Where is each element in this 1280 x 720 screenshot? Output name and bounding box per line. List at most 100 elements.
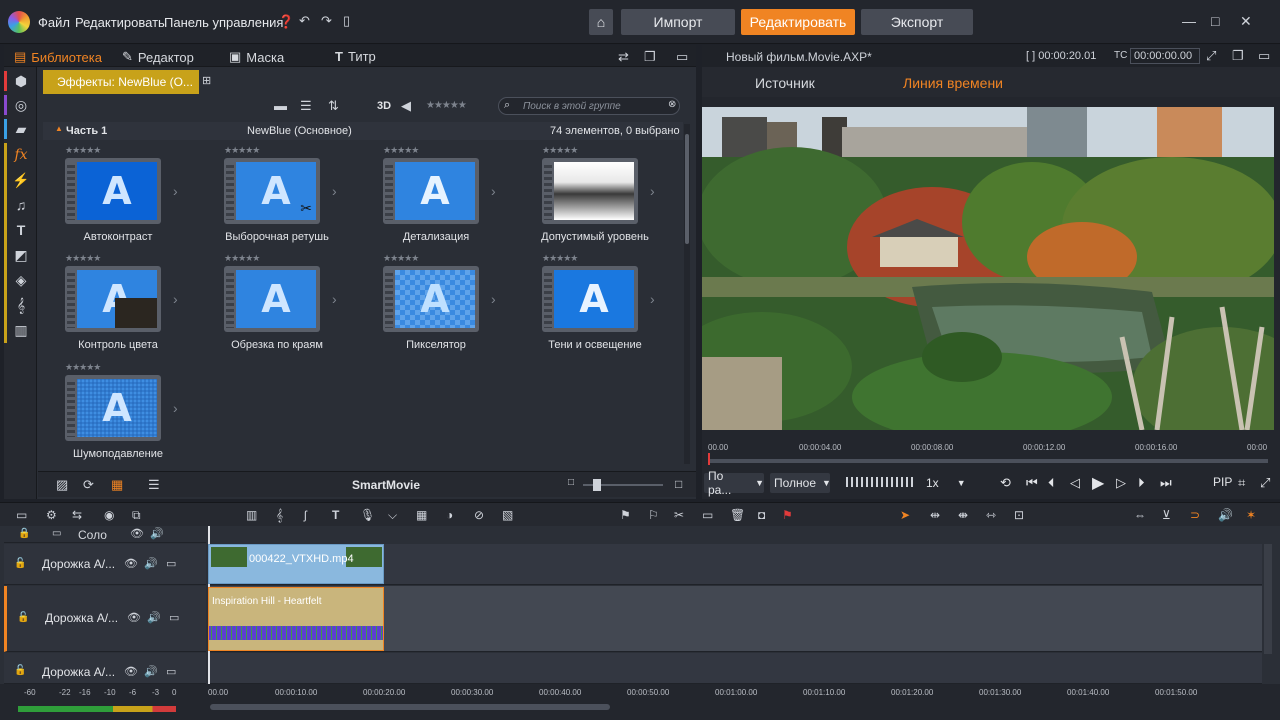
rating-filter[interactable]: ★★★★★: [426, 100, 467, 111]
track-lane[interactable]: [208, 653, 1262, 684]
stack-icon[interactable]: ▨: [56, 477, 68, 493]
search-input[interactable]: Поиск в этой группе: [498, 97, 680, 115]
shuttle-control[interactable]: [846, 477, 914, 487]
track-header[interactable]: 🔓 Дорожка A/... 👁 🔊 ▭: [4, 653, 206, 684]
music-icon[interactable]: ♫: [10, 195, 32, 215]
slide-icon[interactable]: ⇿: [986, 508, 996, 522]
speaker-icon[interactable]: 🔊: [144, 557, 158, 570]
effect-card[interactable]: ★★★★★ A › Обрезка по краям: [202, 253, 352, 359]
zoom-in-icon[interactable]: □: [675, 477, 682, 491]
image-tool-icon[interactable]: ▧: [502, 508, 513, 522]
menu-control-panel[interactable]: Панель управления: [164, 15, 283, 30]
effect-card[interactable]: ★★★★★ A › Пикселятор: [361, 253, 511, 359]
piano-icon[interactable]: ▥: [10, 320, 32, 340]
effects-icon[interactable]: fx: [10, 145, 32, 165]
eye-icon[interactable]: 👁: [124, 665, 138, 678]
projects-icon[interactable]: ▰: [10, 119, 32, 139]
track-header[interactable]: 🔓 Дорожка A/... 👁 🔊 ▭: [4, 586, 206, 652]
chevron-right-icon[interactable]: ›: [173, 291, 178, 307]
color-tool-icon[interactable]: ◑: [446, 508, 453, 522]
chevron-right-icon[interactable]: ›: [173, 400, 178, 416]
eye-icon[interactable]: 👁: [124, 557, 138, 570]
minimize-icon[interactable]: —: [1182, 13, 1196, 29]
lock-icon[interactable]: 🔓: [14, 558, 26, 569]
disc-icon[interactable]: ◎: [10, 95, 32, 115]
export-frame-icon[interactable]: ⧉: [132, 508, 141, 523]
tab-source[interactable]: Источник: [755, 75, 815, 91]
effect-card[interactable]: ★★★★★ A ✂ › Выборочная ретушь: [202, 145, 352, 251]
menu-edit[interactable]: Редактировать: [75, 15, 165, 30]
tracks-scrollbar[interactable]: [1264, 544, 1272, 654]
help-icon[interactable]: ❓: [278, 14, 294, 30]
chevron-right-icon[interactable]: ›: [332, 291, 337, 307]
scrub-bar[interactable]: [708, 459, 1268, 463]
monitor-icon[interactable]: ▭: [169, 611, 179, 624]
undo-icon[interactable]: ↶: [299, 13, 310, 29]
tab-library[interactable]: ▤ Библиотека: [14, 49, 102, 65]
title-tool-icon[interactable]: T: [332, 508, 339, 522]
timeline-ruler[interactable]: -60 -22 -16 -10 -6 -3 0 00.00 00:00:10.0…: [0, 684, 1280, 720]
tag-icon[interactable]: ◀: [401, 98, 411, 114]
fullscreen-icon[interactable]: ⤢: [1206, 48, 1216, 64]
audio-clip[interactable]: Inspiration Hill - Heartfelt: [208, 587, 384, 651]
tab-mask[interactable]: ▣ Маска: [229, 49, 284, 65]
color-marker-icon[interactable]: ⚑: [782, 508, 793, 522]
snap-icon[interactable]: ⊃: [1190, 508, 1200, 522]
rating-stars[interactable]: ★★★★★: [542, 145, 578, 156]
chevron-right-icon[interactable]: ›: [491, 183, 496, 199]
tab-timeline[interactable]: Линия времени: [903, 75, 1003, 91]
group-tab-newblue[interactable]: Эффекты: NewBlue (O...: [43, 70, 199, 94]
next-frame-icon[interactable]: ⏵: [1138, 475, 1145, 491]
timeline-scrollbar[interactable]: [210, 704, 610, 710]
collapse-arrow-icon[interactable]: ▲: [55, 124, 63, 133]
crop-icon[interactable]: ⌗: [1238, 475, 1245, 491]
view-list-icon[interactable]: ☰: [300, 98, 312, 114]
titles-icon[interactable]: T: [10, 220, 32, 240]
rating-stars[interactable]: ★★★★★: [65, 145, 101, 156]
previous-frame-icon[interactable]: ⏴: [1048, 475, 1055, 491]
lock-icon[interactable]: 🔓: [14, 665, 26, 676]
export-button[interactable]: Экспорт: [861, 9, 973, 35]
chevron-right-icon[interactable]: ›: [173, 183, 178, 199]
speed-select[interactable]: 1x ▼: [922, 473, 972, 493]
fit-select[interactable]: По ра... ▼: [704, 469, 764, 497]
effect-card[interactable]: ★★★★★ A › Контроль цвета: [43, 253, 193, 359]
import-button[interactable]: Импорт: [621, 9, 735, 35]
step-forward-icon[interactable]: ▷: [1116, 475, 1126, 491]
delete-icon[interactable]: 🗑: [730, 508, 745, 522]
chevron-right-icon[interactable]: ›: [491, 291, 496, 307]
video-preview[interactable]: [702, 107, 1274, 430]
close-icon[interactable]: ✕: [1240, 13, 1252, 30]
rating-stars[interactable]: ★★★★★: [224, 145, 260, 156]
montage-icon[interactable]: ◩: [10, 245, 32, 265]
detach-player-icon[interactable]: ❐: [1232, 48, 1244, 64]
tc-input[interactable]: 00:00:00.00: [1130, 48, 1200, 64]
chevron-right-icon[interactable]: ›: [650, 183, 655, 199]
rating-stars[interactable]: ★★★★★: [383, 145, 419, 156]
storyboard-icon[interactable]: ▭: [16, 508, 27, 522]
folder-icon[interactable]: ▬: [274, 98, 287, 113]
player-ruler[interactable]: 00.00 00:00:04.00 00:00:08.00 00:00:12.0…: [702, 437, 1280, 467]
go-to-start-icon[interactable]: ⏮: [1026, 475, 1038, 491]
menu-file[interactable]: Файл: [38, 15, 70, 30]
audio-scrub-icon[interactable]: 🔊: [1218, 508, 1233, 522]
monitor-icon[interactable]: ▭: [166, 557, 176, 570]
swap-icon[interactable]: ⇄: [618, 49, 629, 65]
step-back-icon[interactable]: ◁: [1070, 475, 1080, 491]
zoom-slider-handle[interactable]: [593, 479, 601, 491]
tab-editor[interactable]: ✎ Редактор: [122, 49, 194, 65]
speaker-icon[interactable]: 🔊: [147, 611, 161, 624]
layout-icon[interactable]: ▭: [676, 49, 688, 65]
effects-toggle-icon[interactable]: ✶: [1246, 508, 1256, 522]
maximize-icon[interactable]: □: [1211, 13, 1219, 29]
voiceover-icon[interactable]: 🎙: [360, 508, 375, 522]
speaker-icon[interactable]: 🔊: [150, 527, 164, 540]
grid-tool-icon[interactable]: ▦: [416, 508, 427, 522]
home-button[interactable]: ⌂: [589, 9, 613, 35]
audio-mixer-icon[interactable]: ▥: [246, 508, 257, 522]
monitor-icon[interactable]: ▭: [52, 528, 61, 539]
lock-icon[interactable]: 🔒: [18, 528, 30, 539]
playhead[interactable]: [708, 453, 710, 465]
quality-select[interactable]: Полное ▼: [770, 473, 831, 493]
library-scrollbar[interactable]: [684, 124, 690, 464]
